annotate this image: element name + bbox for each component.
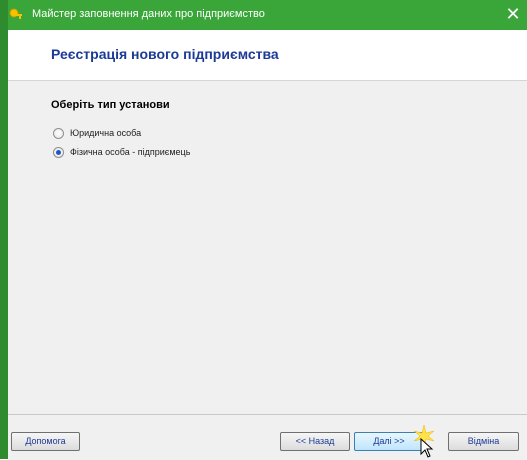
close-button[interactable]: ✕ (499, 0, 527, 30)
mouse-cursor-icon (420, 438, 434, 458)
institution-type-label: Оберіть тип установи (51, 99, 170, 111)
radio-button-legal-entity[interactable] (53, 127, 64, 139)
help-button[interactable]: Допомога (11, 432, 80, 451)
app-key-icon (9, 8, 22, 19)
radio-individual-entrepreneur[interactable]: Фізична особа - підприємець (53, 145, 190, 159)
cancel-button[interactable]: Відміна (448, 432, 519, 451)
back-button[interactable]: << Назад (280, 432, 350, 451)
title-bar[interactable]: Майстер заповнення даних про підприємств… (0, 0, 527, 30)
window-title: Майстер заповнення даних про підприємств… (32, 8, 265, 20)
radio-label-legal-entity[interactable]: Юридична особа (70, 128, 141, 138)
radio-button-individual-entrepreneur[interactable] (53, 146, 64, 158)
window-left-border (0, 0, 8, 459)
wizard-window: Майстер заповнення даних про підприємств… (0, 0, 527, 460)
wizard-header: Реєстрація нового підприємства (8, 30, 527, 81)
wizard-button-bar: Допомога << Назад Далі >> Відміна (8, 414, 527, 460)
wizard-content: Оберіть тип установи Юридична особа Фізи… (8, 81, 527, 414)
radio-label-individual-entrepreneur[interactable]: Фізична особа - підприємець (70, 147, 190, 157)
close-icon: ✕ (505, 4, 521, 25)
page-title: Реєстрація нового підприємства (51, 46, 279, 62)
radio-legal-entity[interactable]: Юридична особа (53, 126, 141, 140)
